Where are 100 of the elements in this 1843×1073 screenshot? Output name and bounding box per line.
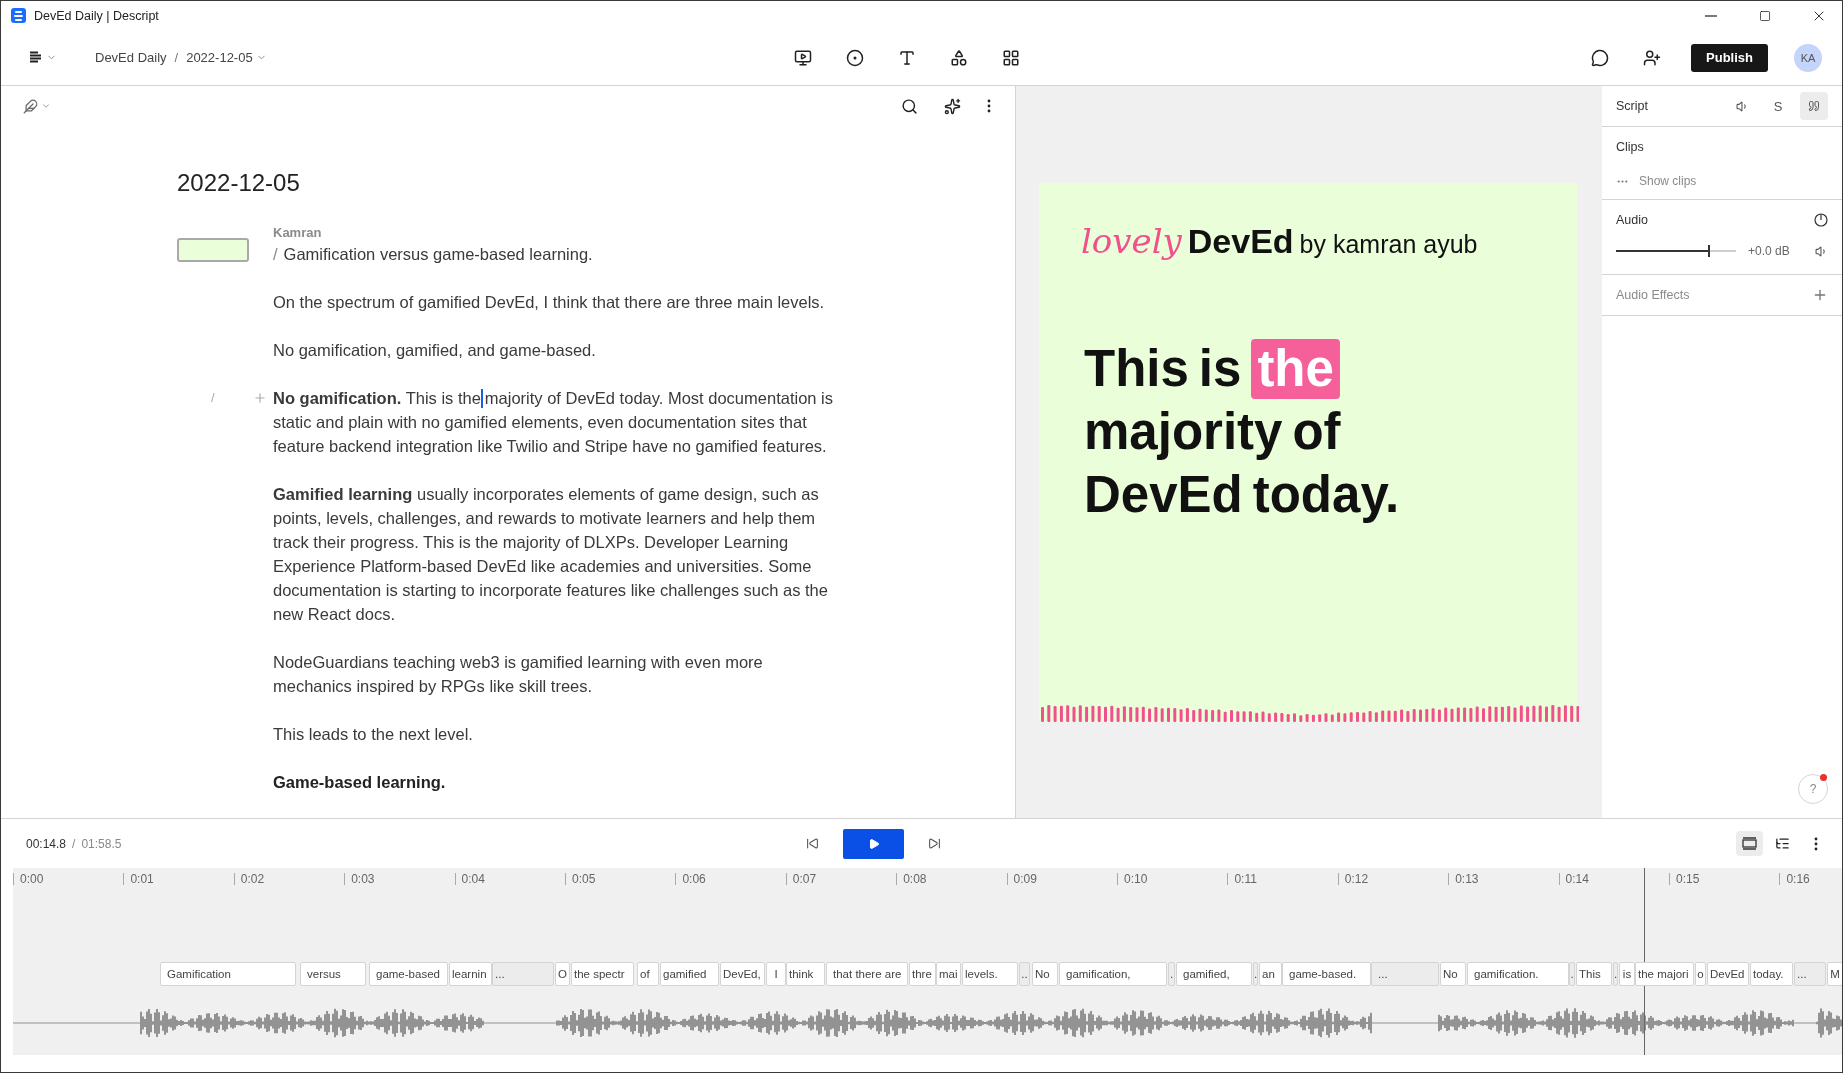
section-heading: Game-based learning. — [273, 772, 447, 793]
record-icon — [845, 48, 864, 67]
time-tick: 0:00 — [13, 873, 44, 885]
word-chip[interactable]: that there are — [826, 962, 908, 986]
caption-word: DevEd — [1084, 464, 1243, 525]
word-chip[interactable]: thre — [909, 962, 936, 986]
word-chip[interactable]: today. — [1750, 962, 1793, 986]
word-chip[interactable]: No — [1032, 962, 1058, 986]
pause-chip[interactable]: .. — [1019, 962, 1030, 986]
word-chip[interactable]: of — [637, 962, 659, 986]
time-tick: 0:01 — [123, 873, 154, 885]
word-chip[interactable]: I — [766, 962, 786, 986]
time-tick: 0:03 — [344, 873, 375, 885]
word-chip[interactable]: O — [555, 962, 570, 986]
word-chip[interactable]: the spectr — [571, 962, 634, 986]
text-icon — [897, 48, 916, 67]
word-chip[interactable]: gamification. — [1467, 962, 1569, 986]
avatar[interactable]: KA — [1794, 43, 1822, 72]
breadcrumb-item[interactable]: DevEd Daily — [95, 48, 167, 67]
word-chip[interactable]: an — [1259, 962, 1282, 986]
word-chip[interactable]: gamification, — [1059, 962, 1167, 986]
time-tick: 0:05 — [565, 873, 596, 885]
transcript-paragraph: Gamified learning usually incorporates elements of game design, such as points, levels, challenges, and rewards to motivate learners and help them track their progress. This is the majority of DLXPs. Developer Learning Experience Platform-based DevEd like academies and universities. Some documentation is starting to incorporate features like challenges such as the new React docs. — [273, 484, 829, 625]
quote-icon — [1808, 100, 1820, 112]
word-chip[interactable]: gamified, — [1176, 962, 1252, 986]
play-icon — [867, 837, 880, 850]
scene-thumbnail[interactable] — [177, 238, 249, 262]
word-chip[interactable]: game-based. — [1282, 962, 1371, 986]
show-clips-link[interactable]: Show clips — [1639, 174, 1697, 188]
time-tick: 0:10 — [1117, 873, 1148, 885]
time-separator: / — [72, 836, 76, 851]
caption-word: today. — [1252, 464, 1400, 525]
maximize-icon — [1759, 9, 1771, 22]
word-chip[interactable]: game-based — [369, 962, 448, 986]
skip-back-icon — [806, 837, 820, 850]
add-icon[interactable] — [1812, 287, 1828, 303]
search-icon — [901, 97, 918, 115]
pause-chip[interactable]: . — [1569, 962, 1575, 986]
word-chip[interactable]: o — [1695, 962, 1706, 986]
logo-brand: DevEd — [1187, 222, 1294, 261]
pause-chip[interactable]: . — [1168, 962, 1175, 986]
time-tick: 0:07 — [785, 873, 817, 885]
word-chip[interactable]: is — [1619, 962, 1635, 986]
time-tick: 0:11 — [1227, 873, 1257, 885]
time-tick: 0:15 — [1669, 873, 1700, 885]
word-chip[interactable]: gamified — [660, 962, 719, 986]
more-icon — [1814, 836, 1818, 851]
word-chip[interactable]: think — [786, 962, 825, 986]
caption-word: of — [1292, 401, 1341, 462]
panel-tab[interactable]: S — [1764, 92, 1792, 120]
add-user-icon — [1643, 48, 1662, 67]
time-tick: 0:14 — [1558, 873, 1589, 885]
word-chip[interactable]: mai — [936, 962, 961, 986]
logo-script: lovely — [1081, 221, 1182, 261]
comment-icon — [1591, 48, 1610, 67]
pause-chip[interactable]: ... — [492, 962, 554, 986]
caption-word: majority — [1084, 401, 1283, 462]
view-mode-button[interactable] — [1736, 831, 1763, 856]
word-chip[interactable]: learnin — [449, 962, 492, 986]
chevron-down-icon — [41, 101, 51, 111]
time-tick: 0:12 — [1337, 873, 1369, 885]
help-button[interactable]: ? — [1798, 774, 1828, 804]
panel-tab[interactable] — [1800, 92, 1828, 120]
section-title: Clips — [1616, 140, 1645, 154]
current-time: 00:14.8 — [26, 836, 67, 851]
word-chip[interactable]: versus — [300, 962, 366, 986]
pause-chip[interactable]: ... — [1794, 962, 1826, 986]
time-tick: 0:06 — [675, 873, 706, 885]
pause-chip[interactable]: ... — [1371, 962, 1439, 986]
word-chip[interactable]: This — [1576, 962, 1612, 986]
publish-button[interactable]: Publish — [1691, 43, 1768, 72]
app-logo-icon — [11, 8, 26, 23]
volume-slider[interactable] — [1616, 244, 1736, 258]
time-tick: 0:09 — [1006, 873, 1037, 885]
word-chip[interactable]: the majori — [1635, 962, 1694, 986]
transcript-paragraph: NodeGuardians teaching web3 is gamified learning with even more mechanics inspired by RPGs like skill trees. — [273, 652, 764, 697]
breadcrumb-item[interactable]: 2022-12-05 — [186, 48, 267, 67]
speaker-icon[interactable] — [1815, 244, 1828, 258]
transcript-paragraph: No gamification. This is the majority of DevEd today. Most documentation is static and plain with no gamified elements, even documentation sites that feature backend integration like Twilio and Stripe have no gamified features. — [273, 388, 834, 457]
tracks-icon — [1775, 836, 1790, 851]
transcript-paragraph: On the spectrum of gamified DevEd, I think that there are three main levels. — [273, 292, 826, 313]
section-title: Audio — [1616, 213, 1649, 227]
layout-icon — [1742, 837, 1757, 850]
word-chip[interactable]: DevEd — [1707, 962, 1749, 986]
time-tick: 0:16 — [1779, 873, 1810, 885]
pause-chip[interactable]: . — [1613, 962, 1618, 986]
word-chip[interactable]: M — [1827, 962, 1842, 986]
document-heading: 2022-12-05 — [177, 169, 301, 197]
scene-marker: / — [273, 244, 278, 265]
word-chip[interactable]: No — [1440, 962, 1466, 986]
feather-icon — [23, 98, 38, 114]
timer-icon[interactable] — [1814, 213, 1828, 227]
word-chip[interactable]: DevEd, — [720, 962, 765, 986]
play-button[interactable] — [843, 828, 905, 859]
caption-word: is — [1198, 338, 1242, 399]
pause-chip[interactable]: . — [1253, 962, 1258, 986]
word-chip[interactable]: levels. — [962, 962, 1018, 986]
transcript-paragraph: This leads to the next level. — [273, 724, 474, 745]
transcript-paragraph: No gamification, gamified, and game-based. — [273, 340, 597, 361]
word-chip[interactable]: Gamification — [160, 962, 296, 986]
